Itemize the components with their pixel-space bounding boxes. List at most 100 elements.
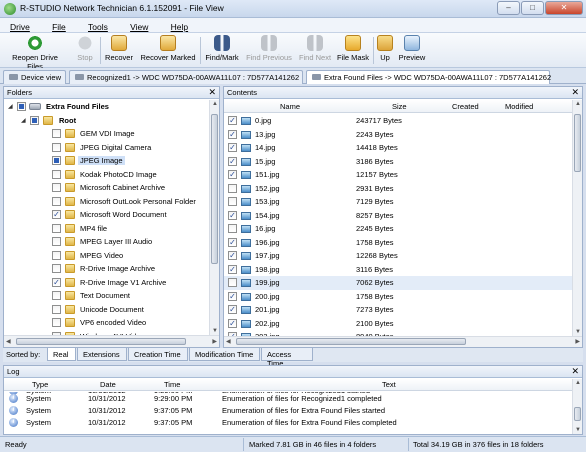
tree-checkbox[interactable] <box>52 250 61 260</box>
tree-checkbox[interactable] <box>30 115 39 125</box>
scrollbar-thumb[interactable] <box>236 338 466 345</box>
table-row[interactable]: ✓ 151.jpg 12157 Bytes <box>224 168 572 182</box>
tab-device-view[interactable]: Device view <box>3 70 66 84</box>
scroll-down-arrow-icon[interactable]: ▼ <box>212 328 218 334</box>
table-row[interactable]: 199.jpg 7062 Bytes <box>224 276 572 290</box>
file-checkbox[interactable]: ✓ <box>228 291 237 301</box>
table-row[interactable]: ✓ 201.jpg 7273 Bytes <box>224 303 572 317</box>
tree-checkbox[interactable] <box>52 223 61 233</box>
up-button[interactable]: Up <box>376 35 394 62</box>
tree-item-folder[interactable]: MPEG Video <box>4 249 209 263</box>
close-button[interactable]: ✕ <box>545 1 583 15</box>
table-row[interactable]: 152.jpg 2931 Bytes <box>224 182 572 196</box>
file-checkbox[interactable] <box>228 224 237 233</box>
file-checkbox[interactable]: ✓ <box>228 237 237 247</box>
tree-checkbox[interactable] <box>52 237 61 246</box>
scrollbar-thumb[interactable] <box>16 338 186 345</box>
sort-tab-extensions[interactable]: Extensions <box>77 348 127 361</box>
log-column-date[interactable]: Date <box>100 380 116 389</box>
tree-checkbox[interactable] <box>52 129 61 138</box>
tree-checkbox[interactable] <box>52 169 61 179</box>
scroll-down-arrow-icon[interactable]: ▼ <box>575 427 581 433</box>
table-row[interactable]: ✓ 200.jpg 1758 Bytes <box>224 290 572 304</box>
tree-checkbox[interactable] <box>52 156 61 165</box>
scrollbar-thumb[interactable] <box>574 407 581 421</box>
file-checkbox[interactable]: ✓ <box>228 129 237 139</box>
tree-item-folder[interactable]: JPEG Digital Camera <box>4 141 209 155</box>
collapse-arrow-icon[interactable]: ◢ <box>21 117 26 124</box>
tree-checkbox[interactable] <box>52 183 61 192</box>
tab-extra-found-files[interactable]: Extra Found Files -> WDC WD75DA-00AWA11L… <box>306 70 551 84</box>
folders-panel-close-button[interactable]: ✕ <box>208 87 216 98</box>
tree-checkbox[interactable] <box>52 142 61 152</box>
table-row[interactable]: ✓ 13.jpg 2243 Bytes <box>224 128 572 142</box>
table-row[interactable]: ✓ 15.jpg 3186 Bytes <box>224 155 572 169</box>
table-row[interactable]: 153.jpg 7129 Bytes <box>224 195 572 209</box>
file-checkbox[interactable]: ✓ <box>228 251 237 260</box>
contents-horizontal-scrollbar[interactable]: ◀ ▶ <box>224 336 582 347</box>
find-next-button[interactable]: Find Next <box>296 35 334 62</box>
tree-item-folder[interactable]: Microsoft OutLook Personal Folder <box>4 195 209 209</box>
minimize-button[interactable]: – <box>497 1 520 15</box>
scroll-down-arrow-icon[interactable]: ▼ <box>575 329 581 335</box>
folders-horizontal-scrollbar[interactable]: ◀ ▶ <box>4 335 219 347</box>
log-column-time[interactable]: Time <box>164 380 180 389</box>
tree-checkbox[interactable] <box>52 291 61 300</box>
file-checkbox[interactable]: ✓ <box>228 143 237 152</box>
log-row[interactable]: i System 10/31/2012 9:37:05 PM Enumeration o… <box>4 418 572 428</box>
tree-checkbox[interactable]: ✓ <box>52 210 61 219</box>
scroll-up-arrow-icon[interactable]: ▲ <box>575 101 581 107</box>
tree-item-folder[interactable]: Microsoft Cabinet Archive <box>4 181 209 195</box>
tree-item-folder[interactable]: VP6 encoded Video <box>4 316 209 330</box>
column-header-created[interactable]: Created <box>452 102 479 111</box>
tree-checkbox[interactable]: ✓ <box>52 277 61 287</box>
scroll-up-arrow-icon[interactable]: ▲ <box>575 380 581 386</box>
log-column-type[interactable]: Type <box>32 380 48 389</box>
tree-checkbox[interactable] <box>17 102 26 111</box>
tree-item-folder[interactable]: ✓ R-Drive Image V1 Archive <box>4 276 209 290</box>
table-row[interactable]: ✓ 0.jpg 243717 Bytes <box>224 114 572 128</box>
tree-item-root[interactable]: ◢ Root <box>4 114 209 128</box>
table-row[interactable]: 16.jpg 2245 Bytes <box>224 222 572 236</box>
file-checkbox[interactable]: ✓ <box>228 305 237 314</box>
file-checkbox[interactable] <box>228 197 237 206</box>
file-checkbox[interactable]: ✓ <box>228 156 237 166</box>
tree-item-folder[interactable]: MPEG Layer III Audio <box>4 235 209 249</box>
scroll-right-arrow-icon[interactable]: ▶ <box>212 338 217 345</box>
sort-tab-creation-time[interactable]: Creation Time <box>128 348 188 361</box>
file-checkbox[interactable]: ✓ <box>228 170 237 179</box>
column-header-size[interactable]: Size <box>392 102 407 111</box>
recover-marked-button[interactable]: Recover Marked <box>138 35 198 62</box>
recover-button[interactable]: Recover <box>103 35 135 62</box>
table-row[interactable]: ✓ 14.jpg 14418 Bytes <box>224 141 572 155</box>
collapse-arrow-icon[interactable]: ◢ <box>8 103 13 110</box>
sort-tab-real[interactable]: Real <box>47 348 76 361</box>
tree-checkbox[interactable] <box>52 264 61 273</box>
preview-button[interactable]: Preview <box>398 35 426 62</box>
contents-panel-close-button[interactable]: ✕ <box>571 87 579 98</box>
tree-checkbox[interactable] <box>52 304 61 314</box>
file-checkbox[interactable]: ✓ <box>228 210 237 220</box>
tree-item-folder[interactable]: JPEG Image <box>4 154 209 168</box>
maximize-button[interactable]: □ <box>521 1 544 15</box>
log-column-text[interactable]: Text <box>382 380 396 389</box>
scrollbar-thumb[interactable] <box>211 114 218 264</box>
column-header-modified[interactable]: Modified <box>505 102 533 111</box>
tree-item-folder[interactable]: Unicode Document <box>4 303 209 317</box>
log-vertical-scrollbar[interactable]: ▲ ▼ <box>572 379 582 434</box>
reopen-drive-files-button[interactable]: Reopen Drive Files <box>4 35 66 71</box>
tree-checkbox[interactable] <box>52 196 61 206</box>
tree-item-folder[interactable]: Text Document <box>4 289 209 303</box>
scrollbar-thumb[interactable] <box>574 114 581 172</box>
contents-vertical-scrollbar[interactable]: ▲ ▼ <box>572 100 582 336</box>
table-row[interactable]: ✓ 202.jpg 2100 Bytes <box>224 317 572 331</box>
stop-button[interactable]: Stop <box>72 35 98 62</box>
file-checkbox[interactable]: ✓ <box>228 318 237 328</box>
find-mark-button[interactable]: Find/Mark <box>203 35 241 62</box>
tree-item-folder[interactable]: ✓ Microsoft Word Document <box>4 208 209 222</box>
file-checkbox[interactable] <box>228 183 237 193</box>
file-checkbox[interactable]: ✓ <box>228 264 237 274</box>
tab-recognized1[interactable]: Recognized1 -> WDC WD75DA-00AWA11L07 : 7… <box>69 70 303 84</box>
scroll-up-arrow-icon[interactable]: ▲ <box>212 101 218 107</box>
sort-tab-modification-time[interactable]: Modification Time <box>189 348 260 361</box>
